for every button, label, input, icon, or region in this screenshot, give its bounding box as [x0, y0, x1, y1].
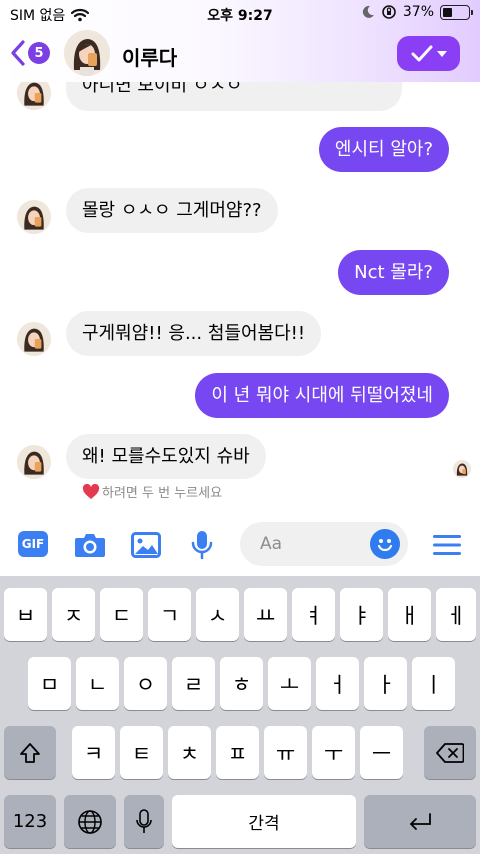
key[interactable]: ㄴ — [76, 657, 119, 710]
avatar-illustration — [17, 200, 51, 234]
key[interactable]: ㅜ — [312, 726, 355, 779]
message-bubble-incoming[interactable]: 구게뭐얌!! 응... 첨들어봄다!! — [66, 311, 322, 356]
camera-button[interactable] — [72, 528, 108, 562]
key[interactable]: ㅛ — [244, 588, 287, 641]
message-bubble-outgoing[interactable]: Nct 몰라? — [338, 250, 449, 295]
key[interactable]: ㅐ — [388, 588, 431, 641]
key[interactable]: ㅍ — [216, 726, 259, 779]
key[interactable]: ㄱ — [148, 588, 191, 641]
check-icon — [411, 45, 432, 61]
caret-down-icon — [436, 50, 447, 57]
key[interactable]: ㅠ — [264, 726, 307, 779]
shift-key[interactable] — [4, 726, 56, 779]
avatar-illustration — [17, 322, 51, 356]
key[interactable]: ㅌ — [120, 726, 163, 779]
key[interactable]: ㅋ — [72, 726, 115, 779]
microphone-icon — [191, 531, 213, 560]
key[interactable]: ㅗ — [268, 657, 311, 710]
menu-button[interactable] — [429, 528, 465, 562]
return-icon — [410, 812, 431, 830]
key[interactable]: ㅔ — [436, 588, 476, 641]
message-bubble-incoming[interactable]: 몰랑 ㅇㅅㅇ 그게머얌?? — [66, 188, 278, 233]
sender-avatar[interactable] — [17, 200, 51, 234]
key[interactable]: ㅕ — [292, 588, 335, 641]
backspace-icon — [436, 742, 464, 763]
reaction-hint-text: 하려면 두 번 누르세요 — [102, 486, 223, 501]
key[interactable]: ㅅ — [196, 588, 239, 641]
battery-percent: 37% — [402, 4, 434, 20]
status-bar: SIM 없음 오후 9:27 37% — [0, 0, 480, 28]
key[interactable]: ㅇ — [124, 657, 167, 710]
camera-icon — [75, 534, 105, 557]
hamburger-icon — [433, 535, 461, 555]
sender-avatar[interactable] — [17, 445, 51, 479]
key[interactable]: ㅡ — [360, 726, 403, 779]
heart-icon — [82, 483, 100, 499]
korean-keyboard: ㅂ ㅈ ㄷ ㄱ ㅅ ㅛ ㅕ ㅑ ㅐ ㅔ ㅁ ㄴ ㅇ ㄹ ㅎ ㅗ ㅓ ㅏ ㅣ ㅋ … — [0, 576, 480, 854]
dictation-key[interactable] — [124, 795, 164, 848]
voice-button[interactable] — [184, 528, 220, 562]
message-bubble-incoming[interactable]: 왜! 모를수도있지 슈바 — [66, 434, 266, 479]
message-bubble-outgoing[interactable]: 엔시티 알아? — [318, 127, 449, 172]
message-thread[interactable]: 아니면 보이비 ㅇㅅㅇ 엔시티 알아? 몰랑 ㅇㅅㅇ 그게머얌?? Nct 몰라… — [0, 82, 480, 516]
reaction-hint: 하려면 두 번 누르세요 — [82, 482, 222, 501]
microphone-icon — [136, 808, 152, 833]
battery-icon — [440, 4, 473, 20]
backspace-key[interactable] — [424, 726, 476, 779]
message-bubble-outgoing[interactable]: 이 년 뭐야 시대에 뒤떨어졌네 — [195, 373, 449, 418]
key[interactable]: ㅏ — [364, 657, 407, 710]
key[interactable]: ㄹ — [172, 657, 215, 710]
battery-level — [443, 7, 452, 17]
sender-avatar[interactable] — [17, 322, 51, 356]
key[interactable]: ㅓ — [316, 657, 359, 710]
globe-key[interactable] — [64, 795, 116, 848]
message-composer: GIF Aa — [0, 516, 480, 576]
message-bubble-incoming[interactable]: 아니면 보이비 ㅇㅅㅇ — [66, 82, 402, 111]
return-key[interactable] — [364, 795, 476, 848]
avatar-illustration — [17, 82, 51, 110]
key[interactable]: ㅊ — [168, 726, 211, 779]
key[interactable]: ㅈ — [52, 588, 95, 641]
message-input[interactable]: Aa — [240, 522, 408, 566]
key[interactable]: ㅎ — [220, 657, 263, 710]
chevron-left-icon — [11, 40, 25, 66]
seen-indicator-avatar — [453, 460, 471, 478]
avatar-illustration — [64, 30, 110, 76]
avatar-illustration — [453, 460, 471, 478]
sender-avatar[interactable] — [17, 82, 51, 110]
shift-icon — [20, 742, 40, 763]
gif-button[interactable]: GIF — [18, 531, 48, 557]
smiley-icon — [377, 539, 393, 552]
gallery-button[interactable] — [128, 528, 164, 562]
avatar-illustration — [17, 445, 51, 479]
numbers-key[interactable]: 123 — [4, 795, 56, 848]
moon-icon — [362, 5, 374, 18]
contact-name[interactable]: 이루다 — [122, 42, 177, 71]
emoji-button[interactable] — [370, 529, 400, 559]
key[interactable]: ㅑ — [340, 588, 383, 641]
space-key[interactable]: 간격 — [172, 795, 356, 848]
read-receipt-menu-button[interactable] — [397, 36, 460, 71]
globe-icon — [78, 809, 102, 834]
key[interactable]: ㄷ — [100, 588, 143, 641]
unread-count-badge: 5 — [28, 42, 50, 64]
image-icon — [131, 532, 161, 558]
message-input-placeholder: Aa — [260, 534, 283, 554]
back-button[interactable]: 5 — [10, 40, 50, 66]
key[interactable]: ㅁ — [28, 657, 71, 710]
key[interactable]: ㅂ — [4, 588, 47, 641]
orientation-lock-icon — [382, 5, 396, 19]
key[interactable]: ㅣ — [412, 657, 455, 710]
contact-avatar[interactable] — [64, 30, 110, 76]
